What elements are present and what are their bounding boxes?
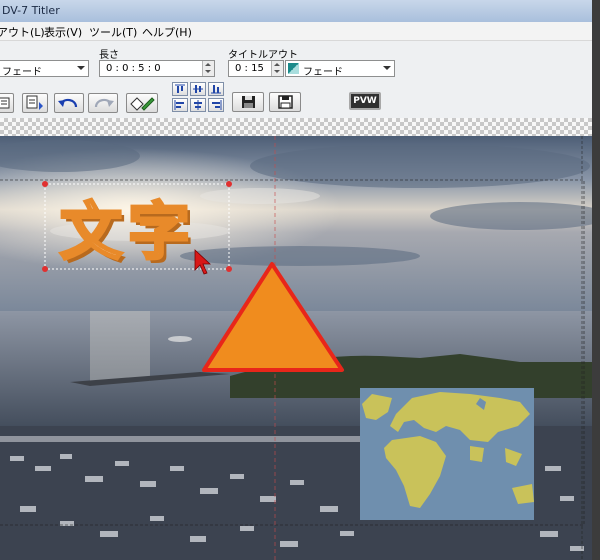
- align-middle-button[interactable]: [190, 82, 206, 96]
- menu-layout[interactable]: アウト(L): [0, 24, 45, 40]
- align-left-icon: [174, 100, 184, 110]
- transition-in-select[interactable]: フェード: [0, 60, 89, 78]
- menu-view[interactable]: 表示(V): [44, 24, 82, 40]
- floppy-icon: [242, 96, 255, 108]
- page-add-icon: [26, 95, 43, 110]
- align-center-icon: [194, 100, 202, 110]
- chevron-down-icon: [77, 66, 85, 70]
- redo-button[interactable]: [88, 93, 118, 113]
- undo-icon: [58, 98, 78, 108]
- length-label: 長さ: [99, 50, 119, 61]
- align-right-button[interactable]: [208, 98, 224, 112]
- world-map-image[interactable]: [360, 388, 534, 520]
- menu-tools[interactable]: ツール(T): [89, 24, 137, 40]
- save-as-button[interactable]: [269, 92, 301, 112]
- title-out-time: 0 : 15: [235, 63, 264, 74]
- menu-help[interactable]: ヘルプ(H): [142, 24, 192, 40]
- title-out-time-spinner[interactable]: 0 : 15: [228, 60, 284, 77]
- align-bottom-icon: [211, 85, 221, 94]
- undo-button[interactable]: [54, 93, 84, 113]
- length-value: 0 : 0 : 5 : 0: [106, 63, 161, 74]
- sun-reflection: [90, 311, 150, 381]
- align-middle-icon: [193, 85, 203, 93]
- add-object-button[interactable]: [22, 93, 48, 113]
- title-out-transition-select[interactable]: フェード: [285, 60, 395, 78]
- title-out-label: タイトルアウト: [228, 50, 298, 61]
- menu-bar: アウト(L) 表示(V) ツール(T) ヘルプ(H): [0, 22, 600, 41]
- toolbar: フェード 長さ 0 : 0 : 5 : 0 タイトルアウト 0 : 15 フェー…: [0, 41, 600, 118]
- title-canvas[interactable]: 文字: [0, 136, 600, 560]
- window-edge: [592, 0, 600, 560]
- length-spin-buttons[interactable]: [202, 61, 214, 76]
- edit-style-button[interactable]: [126, 93, 158, 113]
- transition-in-value: フェード: [2, 67, 42, 78]
- title-out-transition-value: フェード: [303, 67, 343, 78]
- floppy-icon: [278, 95, 293, 109]
- pier: [0, 436, 360, 442]
- distant-ship: [168, 336, 192, 342]
- length-spinner[interactable]: 0 : 0 : 5 : 0: [99, 60, 215, 77]
- transparency-strip: [0, 118, 600, 136]
- title-out-spin-buttons[interactable]: [271, 61, 283, 76]
- new-page-button[interactable]: [0, 93, 14, 113]
- chevron-down-icon: [383, 66, 391, 70]
- title-bar: DV-7 Titler: [0, 0, 600, 23]
- title-text[interactable]: 文字: [58, 181, 196, 271]
- page-icon: [0, 97, 10, 109]
- pencil-icon: [130, 97, 155, 111]
- align-center-button[interactable]: [190, 98, 206, 112]
- align-left-button[interactable]: [172, 98, 188, 112]
- transition-icon: [288, 63, 299, 74]
- save-button[interactable]: [232, 92, 264, 112]
- redo-icon: [94, 98, 114, 108]
- window-title: DV-7 Titler: [2, 4, 60, 17]
- align-bottom-button[interactable]: [208, 82, 224, 96]
- preview-button[interactable]: PVW: [349, 92, 381, 110]
- align-top-button[interactable]: [172, 82, 188, 96]
- align-top-icon: [175, 84, 185, 93]
- align-right-icon: [212, 100, 222, 110]
